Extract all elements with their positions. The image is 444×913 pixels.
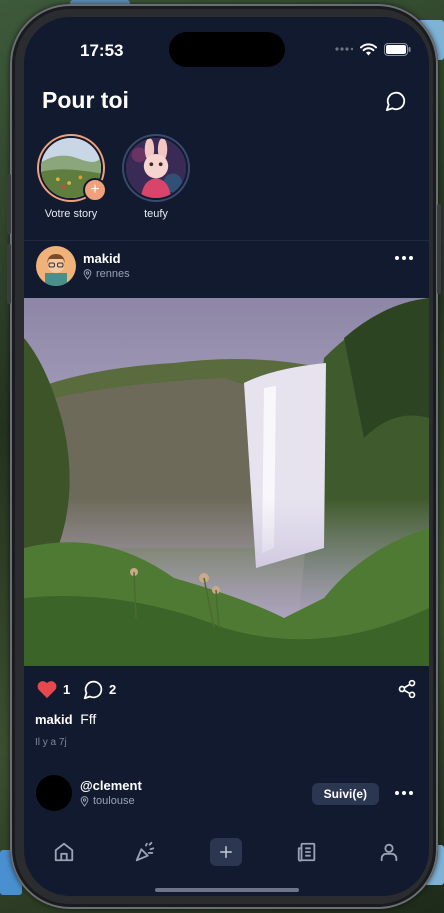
story-own[interactable]: + Votre story [31, 134, 111, 220]
comment-count: 2 [109, 682, 117, 697]
heart-icon [37, 681, 57, 699]
caption-username[interactable]: makid [35, 712, 73, 727]
party-popper-icon [135, 841, 155, 862]
post-actions: 1 2 [36, 677, 417, 703]
dynamic-island [169, 32, 285, 67]
plus-icon [220, 846, 232, 858]
home-icon [54, 842, 74, 862]
next-post-location: toulouse [80, 795, 135, 807]
dot-icon [395, 256, 399, 260]
more-options-button[interactable] [395, 791, 413, 795]
app-screen: 17:53 Pour toi + Votre story teufy makid… [24, 17, 429, 896]
message-circle-icon [385, 91, 406, 112]
dot-icon [409, 791, 413, 795]
tab-party[interactable] [127, 834, 163, 870]
tab-create[interactable] [210, 838, 242, 866]
story-label: Votre story [44, 208, 98, 220]
user-icon [380, 843, 398, 862]
dot-icon [402, 791, 406, 795]
next-post-header: @clement toulouse Suivi(e) [36, 775, 417, 815]
story-label: teufy [144, 208, 168, 220]
avatar[interactable] [36, 775, 72, 811]
story-ring [122, 134, 190, 202]
newspaper-icon [297, 842, 316, 862]
status-time: 17:53 [80, 41, 124, 60]
share-icon [398, 679, 416, 699]
like-count: 1 [63, 681, 71, 697]
divider [24, 240, 429, 241]
next-post-username[interactable]: @clement [80, 778, 142, 793]
next-post-location-text: toulouse [93, 795, 135, 807]
tab-profile[interactable] [371, 834, 407, 870]
tab-bar [24, 834, 429, 870]
story-teufy[interactable]: teufy [116, 134, 196, 220]
comment-button[interactable]: 2 [83, 679, 116, 700]
cellular-signal-icon [335, 47, 353, 51]
plus-icon: + [90, 181, 100, 198]
map-pin-icon [80, 795, 89, 807]
tab-news[interactable] [289, 834, 325, 870]
side-button [7, 174, 11, 234]
post-username[interactable]: makid [83, 251, 121, 266]
dot-icon [402, 256, 406, 260]
post-header: makid rennes [36, 246, 417, 288]
post-caption: makid Fff [35, 711, 96, 727]
follow-button[interactable]: Suivi(e) [311, 783, 379, 805]
dot-icon [395, 791, 399, 795]
share-button[interactable] [397, 679, 417, 699]
page-title: Pour toi [42, 87, 129, 113]
post-time-ago: Il y a 7j [35, 737, 67, 748]
tab-home[interactable] [46, 834, 82, 870]
add-story-button[interactable]: + [83, 178, 107, 202]
map-pin-icon [83, 268, 92, 280]
like-button[interactable]: 1 [36, 679, 70, 699]
status-icons [335, 41, 411, 57]
messages-button[interactable] [383, 88, 409, 114]
comment-icon [83, 680, 103, 700]
post-image[interactable] [24, 298, 429, 666]
side-button [437, 204, 441, 294]
dot-icon [409, 256, 413, 260]
battery-icon [384, 42, 411, 56]
side-button [7, 244, 11, 304]
story-ring: + [37, 134, 107, 202]
post-location: rennes [83, 268, 130, 280]
more-options-button[interactable] [395, 256, 413, 260]
caption-text: Fff [80, 711, 97, 727]
story-image [124, 136, 188, 200]
post-location-text: rennes [96, 268, 130, 280]
wifi-icon [360, 42, 377, 55]
avatar[interactable] [36, 246, 76, 286]
home-indicator[interactable] [155, 888, 299, 892]
